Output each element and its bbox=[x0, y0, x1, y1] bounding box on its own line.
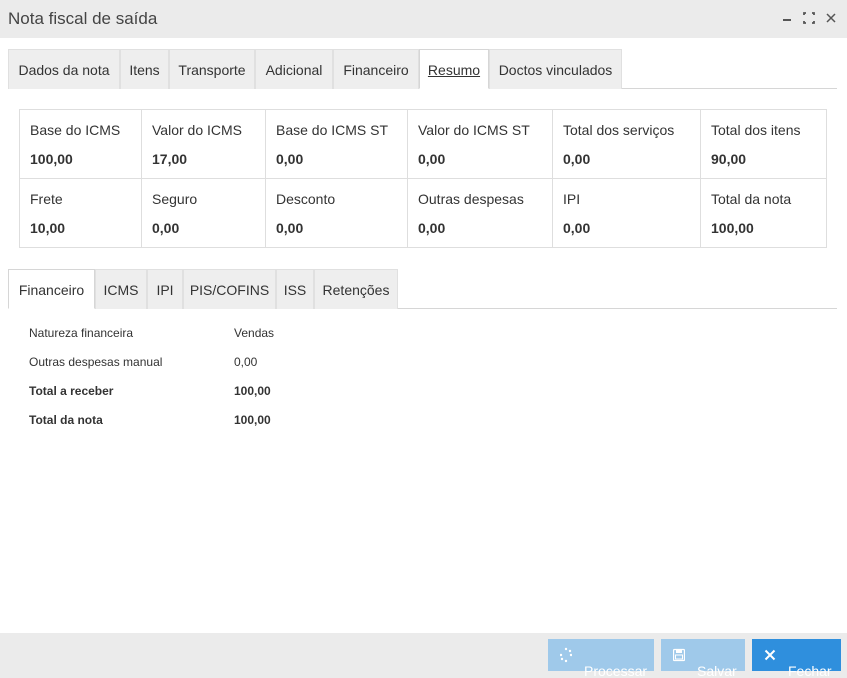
spinner-icon bbox=[559, 639, 573, 678]
summary-cell-total-servicos: Total dos serviços 0,00 bbox=[552, 109, 701, 179]
summary-cell-seguro: Seguro 0,00 bbox=[141, 178, 266, 248]
salvar-button[interactable]: Salvar bbox=[661, 639, 745, 678]
summary-value: 0,00 bbox=[152, 220, 180, 236]
tab-dados-da-nota[interactable]: Dados da nota bbox=[8, 49, 120, 89]
summary-cell-valor-icms-st: Valor do ICMS ST 0,00 bbox=[407, 109, 553, 179]
summary-label: Base do ICMS ST bbox=[276, 122, 389, 138]
window-title: Nota fiscal de saída bbox=[8, 9, 158, 28]
summary-cell-ipi: IPI 0,00 bbox=[552, 178, 701, 248]
summary-label: Valor do ICMS bbox=[152, 122, 242, 138]
summary-grid: Base do ICMS 100,00 Valor do ICMS 17,00 … bbox=[19, 109, 827, 248]
tab-resumo[interactable]: Resumo bbox=[419, 49, 489, 89]
summary-label: Total dos itens bbox=[711, 122, 801, 138]
summary-value: 0,00 bbox=[276, 151, 304, 167]
summary-label: Seguro bbox=[152, 191, 198, 207]
subtab-icms[interactable]: ICMS bbox=[95, 269, 147, 309]
footer-bar: Processar Salvar Fechar bbox=[0, 633, 847, 678]
summary-label: Desconto bbox=[276, 191, 336, 207]
summary-value: 0,00 bbox=[563, 220, 591, 236]
summary-label: Total da nota bbox=[711, 191, 792, 207]
subtab-retencoes[interactable]: Retenções bbox=[314, 269, 398, 309]
subtab-pis-cofins[interactable]: PIS/COFINS bbox=[183, 269, 276, 309]
financeiro-label: Natureza financeira bbox=[29, 326, 134, 340]
summary-cell-total-nota: Total da nota 100,00 bbox=[700, 178, 827, 248]
summary-label: Outras despesas bbox=[418, 191, 524, 207]
financeiro-value: Vendas bbox=[234, 326, 275, 340]
summary-value: 10,00 bbox=[30, 220, 66, 236]
fechar-button[interactable]: Fechar bbox=[752, 639, 841, 678]
financeiro-value: 0,00 bbox=[234, 355, 258, 369]
summary-cell-frete: Frete 10,00 bbox=[19, 178, 142, 248]
summary-cell-desconto: Desconto 0,00 bbox=[265, 178, 408, 248]
summary-value: 0,00 bbox=[418, 220, 446, 236]
summary-label: Valor do ICMS ST bbox=[418, 122, 530, 138]
summary-value: 90,00 bbox=[711, 151, 747, 167]
subtab-ipi[interactable]: IPI bbox=[147, 269, 183, 309]
summary-label: Total dos serviços bbox=[563, 122, 675, 138]
tab-transporte[interactable]: Transporte bbox=[169, 49, 255, 89]
summary-value: 0,00 bbox=[418, 151, 446, 167]
summary-value: 17,00 bbox=[152, 151, 188, 167]
summary-cell-base-icms-st: Base do ICMS ST 0,00 bbox=[265, 109, 408, 179]
minimize-icon[interactable] bbox=[780, 10, 794, 26]
financeiro-value: 100,00 bbox=[234, 384, 271, 398]
save-icon bbox=[672, 639, 686, 678]
summary-label: Base do ICMS bbox=[30, 122, 121, 138]
subtab-iss[interactable]: ISS bbox=[276, 269, 314, 309]
maximize-icon[interactable] bbox=[802, 10, 816, 26]
summary-value: 100,00 bbox=[711, 220, 754, 236]
summary-value: 0,00 bbox=[276, 220, 304, 236]
financeiro-label: Outras despesas manual bbox=[29, 355, 163, 369]
close-icon bbox=[764, 639, 776, 678]
summary-cell-total-itens: Total dos itens 90,00 bbox=[700, 109, 827, 179]
close-icon[interactable] bbox=[824, 10, 838, 26]
subtab-financeiro[interactable]: Financeiro bbox=[8, 269, 95, 309]
summary-label: Frete bbox=[30, 191, 63, 207]
salvar-label: Salvar bbox=[697, 663, 737, 678]
financeiro-label: Total da nota bbox=[29, 413, 103, 427]
summary-value: 0,00 bbox=[563, 151, 591, 167]
main-tabs: Dados da nota Itens Transporte Adicional… bbox=[8, 49, 837, 89]
fechar-label: Fechar bbox=[788, 663, 832, 678]
summary-label: IPI bbox=[563, 191, 581, 207]
financeiro-label: Total a receber bbox=[29, 384, 114, 398]
summary-cell-valor-icms: Valor do ICMS 17,00 bbox=[141, 109, 266, 179]
summary-cell-base-icms: Base do ICMS 100,00 bbox=[19, 109, 142, 179]
tab-itens[interactable]: Itens bbox=[120, 49, 169, 89]
sub-tabs: Financeiro ICMS IPI PIS/COFINS ISS Reten… bbox=[8, 269, 837, 309]
title-bar: Nota fiscal de saída bbox=[0, 0, 847, 38]
tab-doctos-vinculados[interactable]: Doctos vinculados bbox=[489, 49, 622, 89]
processar-button[interactable]: Processar bbox=[548, 639, 654, 678]
summary-cell-outras-despesas: Outras despesas 0,00 bbox=[407, 178, 553, 248]
tab-adicional[interactable]: Adicional bbox=[255, 49, 333, 89]
processar-label: Processar bbox=[584, 663, 648, 678]
financeiro-value: 100,00 bbox=[234, 413, 271, 427]
summary-value: 100,00 bbox=[30, 151, 73, 167]
tab-financeiro[interactable]: Financeiro bbox=[333, 49, 419, 89]
